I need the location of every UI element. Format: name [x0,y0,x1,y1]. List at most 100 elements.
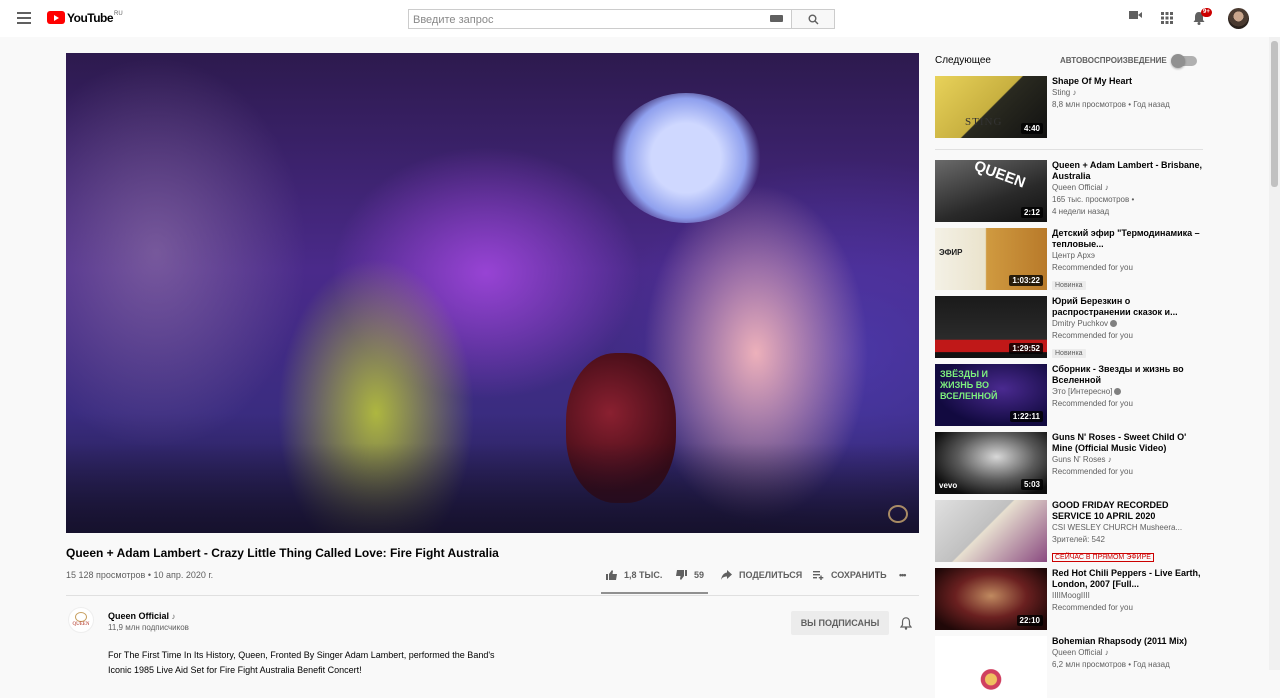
recommended-video[interactable]: ЭФИР 1:03:22 Детский эфир "Термодинамика… [935,228,1203,290]
recommended-video[interactable]: 1:29:52 Юрий Березкин о распространении … [935,296,1203,358]
video-meta: 4 недели назад [1052,207,1110,216]
dislike-count: 59 [694,570,705,580]
logo-text: YouTube [67,11,114,25]
video-title[interactable]: Юрий Березкин о распространении сказок и… [1052,296,1202,318]
video-thumbnail[interactable]: STING 4:40 [935,76,1047,138]
save-to-playlist-button[interactable]: СОХРАНИТЬ [813,570,887,580]
channel-avatar[interactable]: QUEEN [68,607,94,633]
divider [935,149,1203,150]
recommended-video[interactable]: GOOD FRIDAY RECORDED SERVICE 10 APRIL 20… [935,500,1203,562]
new-badge: Новинка [1052,349,1086,358]
subscriber-count: 11,9 млн подписчиков [108,623,189,632]
video-thumbnail[interactable]: 22:10 [935,568,1047,630]
video-meta: 8,8 млн просмотров • Год назад [1052,100,1170,109]
scrollbar-thumb[interactable] [1271,41,1278,187]
youtube-logo[interactable]: YouTube RU [47,11,123,25]
description-line: For The First Time In Its History, Queen… [108,650,495,660]
video-duration: 2:12 [1020,207,1043,218]
channel-name[interactable]: Sting ♪ [1052,87,1202,99]
like-button[interactable]: 1,8 ТЫС. [606,570,662,580]
keyboard-icon[interactable] [770,15,783,22]
video-title[interactable]: Bohemian Rhapsody (2011 Mix) [1052,636,1202,647]
account-avatar[interactable] [1228,8,1249,29]
video-title[interactable]: Guns N' Roses - Sweet Child O' Mine (Off… [1052,432,1202,454]
channel-name[interactable]: CSI WESLEY CHURCH Musheera... [1052,522,1202,534]
video-description: For The First Time In Its History, Queen… [108,648,538,678]
create-video-icon[interactable] [1129,10,1142,20]
more-options-icon: ••• [899,570,907,580]
video-thumbnail[interactable]: ЭФИР 1:03:22 [935,228,1047,290]
thumbnail-text: ЭФИР [939,248,963,257]
search-input[interactable] [409,11,759,29]
menu-icon[interactable] [17,12,31,24]
thumbnail-text: ЗВЁЗДЫ И ЖИЗНЬ ВО ВСЕЛЕННОЙ [940,369,998,401]
video-duration: 5:03 [1020,479,1043,490]
video-meta: Recommended for you [1052,263,1133,272]
channel-name[interactable]: Queen Official ♪ [108,611,176,621]
channel-notifications-bell-icon[interactable] [900,617,912,630]
video-meta: Recommended for you [1052,603,1133,612]
recommended-video[interactable]: QUEEN 2:12 Queen + Adam Lambert - Brisba… [935,160,1203,222]
video-thumbnail[interactable] [935,636,1047,698]
video-thumbnail[interactable] [935,500,1047,562]
channel-watermark-icon[interactable] [888,505,908,523]
thumbs-down-icon [676,570,687,580]
video-title[interactable]: Shape Of My Heart [1052,76,1202,87]
thumbs-up-icon [606,570,617,580]
dislike-button[interactable]: 59 [676,570,704,580]
channel-name[interactable]: IIIIMoogIIII [1052,590,1202,602]
channel-name[interactable]: Guns N' Roses ♪ [1052,454,1202,466]
masthead: YouTube RU 9+ [0,0,1280,37]
channel-name[interactable]: Центр Архэ [1052,250,1202,262]
up-next-heading: Следующее [935,55,991,66]
view-count-and-date: 15 128 просмотров • 10 апр. 2020 г. [66,570,214,580]
video-thumbnail[interactable]: 1:29:52 [935,296,1047,358]
video-thumbnail[interactable]: ЗВЁЗДЫ И ЖИЗНЬ ВО ВСЕЛЕННОЙ 1:22:11 [935,364,1047,426]
new-badge: Новинка [1052,281,1086,290]
video-duration: 4:40 [1020,123,1043,134]
channel-name[interactable]: Queen Official ♪ [1052,182,1202,194]
live-now-badge: СЕЙЧАС В ПРЯМОМ ЭФИРЕ [1052,553,1154,562]
channel-name[interactable]: Это [Интересно] [1052,386,1202,398]
thumbnail-text: vevo [939,481,958,490]
divider [66,595,919,596]
recommended-video[interactable]: vevo 5:03 Guns N' Roses - Sweet Child O'… [935,432,1203,494]
share-arrow-icon [721,570,732,580]
video-title[interactable]: Сборник - Звезды и жизнь во Вселенной [1052,364,1202,386]
video-title[interactable]: GOOD FRIDAY RECORDED SERVICE 10 APRIL 20… [1052,500,1202,522]
recommended-video[interactable]: Bohemian Rhapsody (2011 Mix) Queen Offic… [935,636,1203,698]
subscribed-button[interactable]: ВЫ ПОДПИСАНЫ [791,611,889,635]
channel-name[interactable]: Queen Official ♪ [1052,647,1202,659]
like-dislike-ratio-bar [601,592,708,594]
video-meta: Зрителей: 542 [1052,535,1105,544]
search-icon [808,14,818,24]
video-title[interactable]: Queen + Adam Lambert - Brisbane, Austral… [1052,160,1202,182]
channel-name-text: Это [Интересно] [1052,387,1113,396]
autoplay-toggle[interactable] [1171,54,1197,68]
queen-crest-icon [75,612,87,622]
video-title[interactable]: Детский эфир "Термодинамика – тепловые..… [1052,228,1202,250]
recommended-video[interactable]: STING 4:40 Shape Of My Heart Sting ♪ 8,8… [935,76,1203,138]
share-button[interactable]: ПОДЕЛИТЬСЯ [721,570,802,580]
video-duration: 1:03:22 [1009,275,1043,286]
logo-region: RU [114,11,123,17]
page-scrollbar[interactable] [1269,37,1280,670]
channel-name[interactable]: Dmitry Puchkov [1052,318,1202,330]
channel-name-text: Dmitry Puchkov [1052,319,1109,328]
search-button[interactable] [791,9,835,29]
video-meta: 165 тыс. просмотров • [1052,195,1135,204]
video-meta: Recommended for you [1052,399,1133,408]
video-frame-shade [66,443,919,533]
video-player[interactable] [66,53,919,533]
video-title[interactable]: Red Hot Chili Peppers - Live Earth, Lond… [1052,568,1202,590]
video-thumbnail[interactable]: vevo 5:03 [935,432,1047,494]
recommended-video[interactable]: ЗВЁЗДЫ И ЖИЗНЬ ВО ВСЕЛЕННОЙ 1:22:11 Сбор… [935,364,1203,426]
thumbnail-text: QUEEN [971,160,1028,192]
video-meta: 6,2 млн просмотров • Год назад [1052,660,1170,669]
apps-grid-icon[interactable] [1161,12,1173,24]
recommended-video[interactable]: 22:10 Red Hot Chili Peppers - Live Earth… [935,568,1203,630]
like-count: 1,8 ТЫС. [624,570,663,580]
video-duration: 1:29:52 [1009,343,1043,354]
video-thumbnail[interactable]: QUEEN 2:12 [935,160,1047,222]
more-actions-button[interactable]: ••• [899,570,907,580]
